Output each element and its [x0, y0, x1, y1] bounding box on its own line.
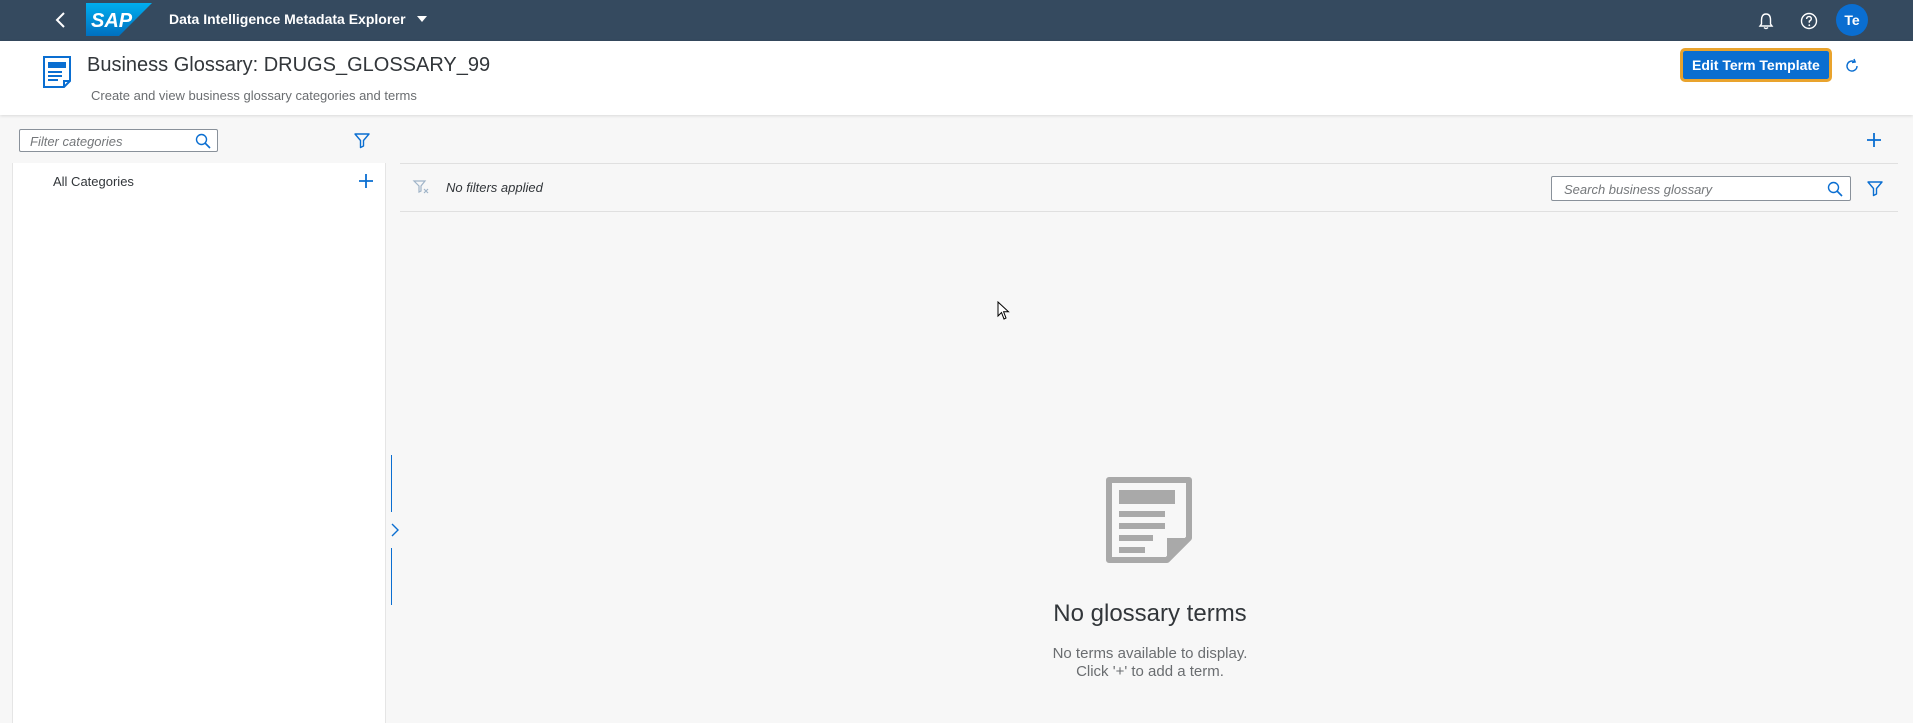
empty-state-line: Click '+' to add a term. [1076, 663, 1224, 680]
category-tree: All Categories [12, 163, 386, 723]
page-subtitle: Create and view business glossary catego… [91, 88, 417, 103]
help-icon [1800, 12, 1818, 30]
back-icon [55, 12, 65, 28]
clear-filter-icon[interactable] [412, 178, 430, 196]
back-button[interactable] [50, 9, 72, 31]
shell-bar: SAP Data Intelligence Metadata Explorer … [0, 0, 1913, 41]
search-business-glossary-input[interactable] [1562, 180, 1821, 199]
chevron-right-icon[interactable] [389, 521, 401, 539]
empty-state-line: No terms available to display. [1052, 645, 1248, 662]
refresh-button[interactable] [1841, 55, 1863, 77]
filter-icon[interactable] [352, 130, 372, 150]
add-category-icon[interactable] [356, 171, 376, 191]
page-title: Business Glossary: DRUGS_GLOSSARY_99 [87, 54, 491, 76]
refresh-icon [1846, 58, 1858, 72]
search-icon[interactable] [195, 133, 211, 149]
search-business-glossary-field[interactable] [1551, 176, 1851, 201]
filter-icon[interactable] [1865, 178, 1885, 198]
add-term-icon[interactable] [1864, 130, 1884, 150]
notifications-button[interactable] [1754, 9, 1778, 33]
app-title[interactable]: Data Intelligence Metadata Explorer [169, 11, 406, 27]
splitter-bar[interactable] [391, 455, 392, 512]
filter-categories-field[interactable] [19, 129, 218, 152]
divider [400, 211, 1898, 212]
help-button[interactable] [1797, 9, 1821, 33]
sap-logo[interactable]: SAP [86, 3, 152, 36]
category-item-all[interactable]: All Categories [53, 174, 134, 189]
search-icon[interactable] [1827, 181, 1843, 197]
divider [400, 163, 1898, 164]
empty-state-text: No terms available to display. Click '+'… [950, 645, 1350, 681]
page-header: Business Glossary: DRUGS_GLOSSARY_99 Cre… [0, 41, 1913, 115]
sap-logo-text: SAP [91, 10, 133, 32]
caret-down-icon[interactable] [414, 11, 430, 27]
mouse-cursor-icon [997, 301, 1010, 320]
bell-icon [1758, 13, 1774, 30]
filter-status-text: No filters applied [446, 180, 543, 195]
empty-state-title: No glossary terms [1053, 600, 1247, 627]
splitter-bar[interactable] [391, 548, 392, 605]
filter-categories-input[interactable] [28, 132, 192, 151]
empty-document-icon [1106, 477, 1192, 563]
edit-term-template-button[interactable]: Edit Term Template [1680, 48, 1832, 82]
avatar[interactable]: Te [1836, 4, 1868, 36]
glossary-document-icon [43, 56, 71, 88]
